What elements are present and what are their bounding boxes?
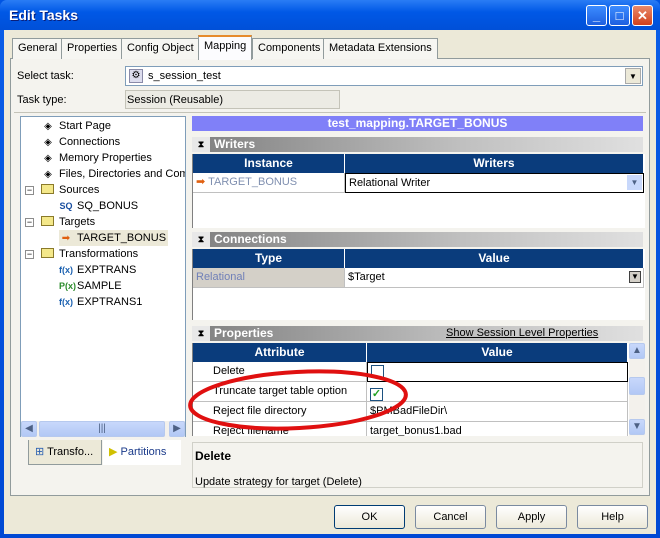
mapping-title: test_mapping.TARGET_BONUS bbox=[192, 116, 643, 131]
scrollbar-thumb[interactable]: ||| bbox=[39, 421, 165, 437]
target-icon: ➡ bbox=[61, 233, 71, 244]
tab-metadata-extensions[interactable]: Metadata Extensions bbox=[323, 38, 438, 59]
folder-icon bbox=[41, 248, 54, 258]
tree-view-tabs: ⊞ Transfo... ▶ Partitions bbox=[20, 440, 186, 465]
tree-item-sample[interactable]: P(x)SAMPLE bbox=[59, 278, 122, 294]
close-button[interactable]: ✕ bbox=[632, 5, 653, 26]
transformations-icon: ⊞ bbox=[35, 446, 48, 458]
maximize-button[interactable]: □ bbox=[609, 5, 630, 26]
scrollbar-thumb[interactable] bbox=[629, 377, 645, 395]
scroll-left-icon[interactable]: ◀ bbox=[21, 421, 37, 437]
column-header-value: Value bbox=[367, 343, 628, 362]
window-title: Edit Tasks bbox=[9, 7, 78, 23]
chevron-down-icon[interactable]: ▼ bbox=[627, 175, 642, 190]
show-session-level-properties-link[interactable]: Show Session Level Properties bbox=[446, 326, 598, 341]
column-header-instance: Instance bbox=[193, 154, 345, 173]
session-gear-icon: ⚙ bbox=[129, 69, 143, 83]
source-qualifier-icon: SQ bbox=[59, 201, 73, 211]
cancel-button[interactable]: Cancel bbox=[415, 505, 486, 529]
expression-icon: f(x) bbox=[59, 265, 73, 275]
tree-item-connections[interactable]: ◈ Connections bbox=[41, 134, 120, 150]
column-header-type: Type bbox=[193, 249, 345, 268]
tree-item-targets[interactable]: Targets bbox=[41, 214, 95, 230]
tree-item-start-page[interactable]: ◈ Start Page bbox=[41, 118, 111, 134]
tab-components[interactable]: Components bbox=[252, 38, 327, 59]
task-type-label: Task type: bbox=[17, 94, 67, 106]
minimize-button[interactable]: _ bbox=[586, 5, 607, 26]
scroll-right-icon[interactable]: ▶ bbox=[169, 421, 185, 437]
collapse-icon[interactable]: − bbox=[25, 218, 34, 227]
browse-arrow-icon[interactable]: ▼ bbox=[629, 271, 641, 283]
tab-general[interactable]: General bbox=[12, 38, 64, 59]
writers-table: Instance Writers ➡ TARGET_BONUS Relation… bbox=[192, 154, 645, 228]
folder-icon bbox=[41, 184, 54, 194]
partitions-icon: ▶ bbox=[109, 446, 121, 458]
writers-section-header[interactable]: ⧗ Writers bbox=[192, 137, 643, 152]
description-panel: Delete Update strategy for target (Delet… bbox=[192, 442, 643, 488]
tab-mapping[interactable]: Mapping bbox=[198, 35, 253, 60]
tree-item-sources[interactable]: Sources bbox=[41, 182, 99, 198]
writer-dropdown[interactable]: Relational Writer ▼ bbox=[345, 173, 644, 193]
tab-properties[interactable]: Properties bbox=[61, 38, 124, 59]
description-title: Delete bbox=[195, 449, 232, 463]
divider bbox=[14, 112, 646, 113]
column-header-attribute: Attribute bbox=[193, 343, 367, 362]
diamond-icon: ◈ bbox=[44, 169, 52, 180]
connection-type-cell: Relational bbox=[193, 268, 345, 288]
tab-partitions[interactable]: ▶ Partitions bbox=[103, 440, 181, 465]
collapse-icon[interactable]: − bbox=[25, 186, 34, 195]
select-task-dropdown[interactable]: ⚙ s_session_test ▼ bbox=[125, 66, 643, 86]
column-header-writers: Writers bbox=[345, 154, 644, 173]
chevron-down-icon[interactable]: ▼ bbox=[625, 68, 641, 84]
folder-icon bbox=[41, 216, 54, 226]
tree-item-sq-bonus[interactable]: SQ SQ_BONUS bbox=[59, 198, 138, 214]
properties-vertical-scrollbar[interactable]: ▲ ▼ bbox=[629, 343, 645, 436]
navigation-tree: ◈ Start Page ◈ Connections ◈ Memory Propert… bbox=[20, 116, 186, 437]
tab-transformations[interactable]: ⊞ Transfo... bbox=[28, 440, 102, 465]
select-task-label: Select task: bbox=[17, 70, 74, 82]
diamond-icon: ◈ bbox=[44, 137, 52, 148]
diamond-icon: ◈ bbox=[44, 121, 52, 132]
tree-item-memory-properties[interactable]: ◈ Memory Properties bbox=[41, 150, 152, 166]
connection-value-cell[interactable]: $Target ▼ bbox=[345, 268, 644, 288]
connections-section-header[interactable]: ⧗ Connections bbox=[192, 232, 643, 247]
tree-horizontal-scrollbar[interactable]: ◀ ||| ▶ bbox=[21, 421, 185, 437]
diamond-icon: ◈ bbox=[44, 153, 52, 164]
ok-button[interactable]: OK bbox=[334, 505, 405, 529]
help-button[interactable]: Help bbox=[577, 505, 648, 529]
task-type-value: Session (Reusable) bbox=[125, 90, 340, 109]
collapse-icon[interactable]: ⧗ bbox=[192, 232, 210, 247]
collapse-icon[interactable]: − bbox=[25, 250, 34, 259]
collapse-icon[interactable]: ⧗ bbox=[192, 326, 210, 341]
red-annotation-ellipse bbox=[188, 369, 408, 431]
writer-instance-cell: ➡ TARGET_BONUS bbox=[193, 173, 345, 193]
tree-item-transformations[interactable]: Transformations bbox=[41, 246, 138, 262]
target-icon: ➡ bbox=[196, 176, 209, 188]
scroll-down-icon[interactable]: ▼ bbox=[629, 419, 645, 435]
procedure-icon: P(x) bbox=[59, 281, 77, 291]
tree-item-exptrans1[interactable]: f(x) EXPTRANS1 bbox=[59, 294, 142, 310]
select-task-value: s_session_test bbox=[148, 70, 221, 82]
scroll-up-icon[interactable]: ▲ bbox=[629, 343, 645, 359]
connections-table: Type Value Relational $Target ▼ bbox=[192, 249, 645, 320]
tree-item-files-directories[interactable]: ◈Files, Directories and Commands bbox=[41, 166, 185, 182]
description-text: Update strategy for target (Delete) bbox=[195, 476, 362, 488]
expression-icon: f(x) bbox=[59, 297, 73, 307]
tab-config-object[interactable]: Config Object bbox=[121, 38, 200, 59]
column-header-value: Value bbox=[345, 249, 644, 268]
title-bar: Edit Tasks _ □ ✕ bbox=[0, 0, 660, 30]
tree-item-target-bonus[interactable]: ➡ TARGET_BONUS bbox=[59, 230, 169, 246]
tree-item-exptrans[interactable]: f(x) EXPTRANS bbox=[59, 262, 136, 278]
apply-button[interactable]: Apply bbox=[496, 505, 567, 529]
properties-section-header[interactable]: ⧗ Properties Show Session Level Propertie… bbox=[192, 326, 643, 341]
collapse-icon[interactable]: ⧗ bbox=[192, 137, 210, 152]
